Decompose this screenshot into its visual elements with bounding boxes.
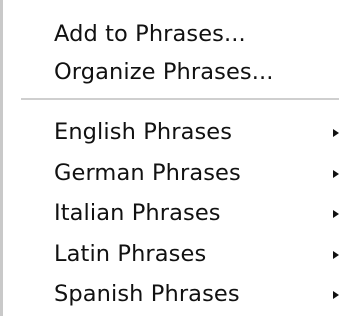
menu-item-spanish-phrases[interactable]: Spanish Phrases <box>3 276 339 313</box>
menu-item-label: Italian Phrases <box>54 200 221 226</box>
context-menu: Add to Phrases... Organize Phrases... En… <box>0 0 339 316</box>
menu-item-label: Spanish Phrases <box>54 281 240 307</box>
menu-item-english-phrases[interactable]: English Phrases <box>3 114 339 151</box>
menu-item-label: English Phrases <box>54 119 233 145</box>
menu-item-organize-phrases[interactable]: Organize Phrases... <box>3 54 339 91</box>
menu-item-label: Add to Phrases... <box>54 21 246 47</box>
menu-item-label: Latin Phrases <box>54 241 207 267</box>
submenu-arrow-icon <box>333 210 339 218</box>
submenu-arrow-icon <box>333 170 339 178</box>
menu-separator <box>21 98 339 100</box>
submenu-arrow-icon <box>333 251 339 259</box>
menu-item-label: German Phrases <box>54 160 241 186</box>
submenu-arrow-icon <box>333 129 339 137</box>
menu-item-latin-phrases[interactable]: Latin Phrases <box>3 236 339 273</box>
menu-item-label: Organize Phrases... <box>54 59 274 85</box>
menu-item-italian-phrases[interactable]: Italian Phrases <box>3 195 339 232</box>
menu-item-german-phrases[interactable]: German Phrases <box>3 155 339 192</box>
submenu-arrow-icon <box>333 291 339 299</box>
menu-item-add-to-phrases[interactable]: Add to Phrases... <box>3 16 339 53</box>
